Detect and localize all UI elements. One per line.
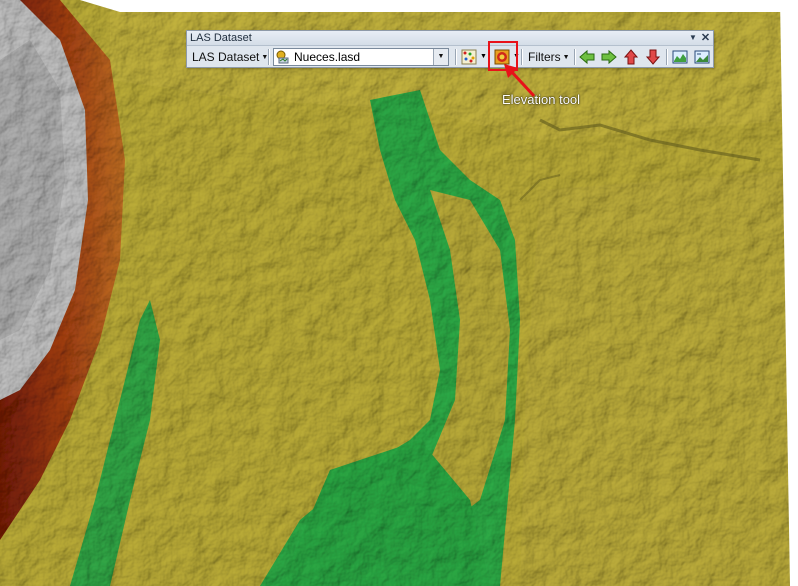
toolbar-separator: [666, 49, 668, 65]
toolbar-separator: [268, 49, 270, 65]
arrow-right-icon: [601, 49, 617, 65]
toolbar-controls: LAS Dataset ▼ Nueces.lasd ▼ ▼ ▼ Filters …: [187, 46, 713, 67]
las-dataset-menu-label: LAS Dataset: [192, 50, 260, 64]
arrow-left-button[interactable]: [577, 48, 597, 66]
toolbar-separator: [455, 49, 457, 65]
terrain-map[interactable]: [0, 0, 798, 586]
arrow-left-icon: [579, 49, 595, 65]
las-dataset-combo[interactable]: Nueces.lasd ▼: [273, 48, 449, 66]
toolbar-title-bar[interactable]: LAS Dataset ▼ ✕: [187, 31, 713, 46]
profile-view-button[interactable]: [670, 48, 690, 66]
arrow-down-icon: [645, 49, 661, 65]
chevron-down-icon: ▼: [480, 53, 487, 60]
layer-dataset-icon: [276, 50, 289, 64]
elevation-tool-annotation: Elevation tool: [502, 92, 581, 107]
close-icon[interactable]: ✕: [700, 31, 711, 45]
profile-view-icon: [672, 50, 688, 64]
chevron-down-icon: ▼: [562, 53, 570, 61]
toolbar-title: LAS Dataset: [190, 32, 252, 44]
arrow-up-button[interactable]: [621, 48, 641, 66]
arrow-down-button[interactable]: [643, 48, 663, 66]
dataset-combo-value: Nueces.lasd: [294, 50, 361, 64]
toolbar-options-icon[interactable]: ▼: [688, 31, 698, 45]
chevron-down-icon[interactable]: ▼: [433, 49, 448, 65]
las-dataset-menu-button[interactable]: LAS Dataset ▼: [189, 48, 271, 66]
arrow-right-button[interactable]: [599, 48, 619, 66]
point-filter-button[interactable]: ▼: [459, 48, 489, 66]
toolbar-separator: [574, 49, 576, 65]
3d-view-icon: [694, 50, 710, 64]
las-dataset-toolbar: LAS Dataset ▼ ✕ LAS Dataset ▼ Nueces.lasd…: [186, 30, 714, 68]
point-filter-icon: [461, 49, 477, 65]
3d-view-button[interactable]: [692, 48, 712, 66]
arrow-up-icon: [623, 49, 639, 65]
